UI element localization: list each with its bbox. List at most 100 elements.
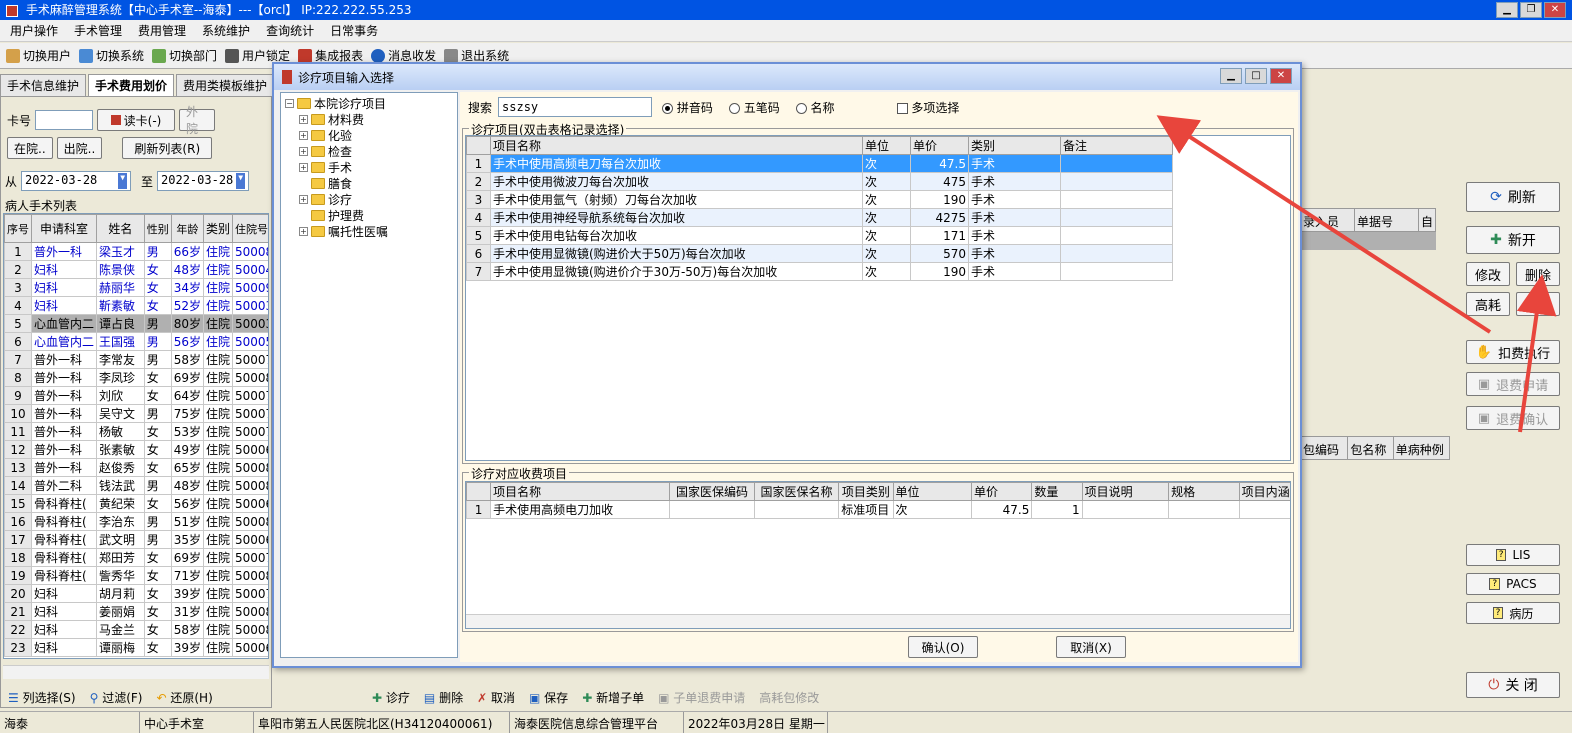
expand-icon[interactable]: +: [299, 146, 308, 156]
table-row[interactable]: 18骨科脊柱(郑田芳女69岁住院5000720: [4, 548, 268, 567]
charge-execute-button[interactable]: ✋ 扣费执行: [1466, 340, 1560, 364]
normal-consumable-button[interactable]: 普耗: [1516, 292, 1560, 316]
table-row[interactable]: 16骨科脊柱(李治东男51岁住院5000810: [4, 512, 268, 531]
tree-node[interactable]: + 化验: [285, 127, 453, 143]
expand-icon[interactable]: +: [299, 162, 308, 172]
tree-node[interactable]: + 诊疗: [285, 191, 453, 207]
table-row[interactable]: 17骨科脊柱(武文明男35岁住院5000643: [4, 530, 268, 549]
radio-wubi[interactable]: 五笔码: [728, 99, 780, 116]
toolbar-switch-dept[interactable]: 切换部门: [152, 47, 217, 64]
col-header[interactable]: 规格: [1168, 482, 1240, 501]
radio-pinyin[interactable]: 拼音码: [662, 99, 713, 116]
tree-node[interactable]: + 检查: [285, 143, 453, 159]
refresh-list-button[interactable]: 刷新列表(R): [122, 137, 213, 159]
table-row[interactable]: 12普外一科张素敏女49岁住院5000643: [4, 440, 268, 459]
radio-name[interactable]: 名称: [795, 99, 835, 116]
col-header[interactable]: 序号: [4, 214, 32, 243]
discharged-button[interactable]: 出院..: [56, 137, 103, 159]
col-header[interactable]: 项目类别: [838, 482, 894, 501]
new-open-button[interactable]: ✚ 新开: [1466, 226, 1560, 254]
tab-fee-template[interactable]: 费用类模板维护: [176, 74, 275, 96]
table-row[interactable]: 1普外一科梁玉才男66岁住院5000834: [4, 242, 268, 261]
tree-node[interactable]: 护理费: [285, 207, 453, 223]
cancel-item-button[interactable]: ✗ 取消: [477, 689, 515, 706]
table-row[interactable]: 21妇科姜丽娟女31岁住院5000868: [4, 602, 268, 621]
table-row[interactable]: 3 手术中使用氩气（射频）刀每台次加收次 190 手术: [466, 190, 1173, 209]
table-row[interactable]: 1 手术中使用高频电刀每台次加收次 47.5 手术: [466, 154, 1173, 173]
delete-item-button[interactable]: ▤ 删除: [424, 689, 463, 706]
col-header[interactable]: 数量: [1031, 482, 1083, 501]
tab-surgery-info[interactable]: 手术信息维护: [0, 74, 87, 96]
tree-node[interactable]: + 材料费: [285, 111, 453, 127]
menu-system[interactable]: 系统维护: [196, 22, 256, 39]
table-row[interactable]: 14普外二科钱法武男48岁住院5000888: [4, 476, 268, 495]
restore-button[interactable]: ↶ 还原(H): [156, 689, 212, 706]
close-button[interactable]: ✕: [1544, 2, 1566, 18]
pacs-button[interactable]: ? PACS: [1466, 573, 1560, 595]
table-row[interactable]: 7普外一科李常友男58岁住院5000704: [4, 350, 268, 369]
close-panel-button[interactable]: ⏻ 关 闭: [1466, 672, 1560, 698]
minimize-button[interactable]: ▁: [1496, 2, 1518, 18]
in-hospital-button[interactable]: 在院..: [7, 137, 53, 159]
read-card-button[interactable]: 读卡(-): [97, 109, 176, 131]
add-sub-order-button[interactable]: ✚ 新增子单: [582, 689, 644, 706]
outpatient-button[interactable]: 外院: [179, 105, 216, 136]
dialog-close-button[interactable]: ✕: [1270, 68, 1292, 84]
col-header[interactable]: 项目说明: [1081, 482, 1170, 501]
menu-query[interactable]: 查询统计: [260, 22, 320, 39]
menu-fee[interactable]: 费用管理: [132, 22, 192, 39]
table-row[interactable]: 7 手术中使用显微镜(购进价介于30万-50万)每台次加收次 190 手术: [466, 262, 1173, 281]
table-row[interactable]: 15骨科脊柱(黄纪荣女56岁住院5000618: [4, 494, 268, 513]
table-row[interactable]: 20妇科胡月莉女39岁住院5000797: [4, 584, 268, 603]
toolbar-switch-system[interactable]: 切换系统: [79, 47, 144, 64]
menu-daily[interactable]: 日常事务: [324, 22, 384, 39]
col-header[interactable]: 类别: [202, 214, 234, 243]
expand-icon[interactable]: +: [299, 226, 308, 236]
collapse-icon[interactable]: −: [285, 98, 294, 108]
tree-node[interactable]: + 嘱托性医嘱: [285, 223, 453, 239]
col-header[interactable]: 项目内涵: [1238, 482, 1290, 501]
table-row[interactable]: 22妇科马金兰女58岁住院5000859: [4, 620, 268, 639]
toolbar-switch-user[interactable]: 切换用户: [6, 47, 71, 64]
confirm-button[interactable]: 确认(O): [908, 636, 978, 658]
col-header[interactable]: 住院号挂号号: [232, 214, 268, 243]
medical-record-button[interactable]: ? 病历: [1466, 602, 1560, 624]
high-consumable-button[interactable]: 高耗: [1466, 292, 1510, 316]
col-header[interactable]: 年龄: [170, 214, 204, 243]
table-row[interactable]: 4妇科靳素敏女52岁住院5000380: [4, 296, 268, 315]
fee-hscroll[interactable]: [466, 614, 1290, 628]
col-header[interactable]: 单价: [970, 482, 1033, 501]
col-header[interactable]: 项目名称: [490, 136, 863, 155]
tree-node[interactable]: 膳食: [285, 175, 453, 191]
date-to-picker[interactable]: 2022-03-28 ▼: [157, 171, 250, 191]
expand-icon[interactable]: +: [299, 130, 308, 140]
column-select-button[interactable]: ☰ 列选择(S): [8, 689, 76, 706]
col-header[interactable]: 单价: [910, 136, 969, 155]
table-row[interactable]: 5 手术中使用电钻每台次加收次 171 手术: [466, 226, 1173, 245]
table-row[interactable]: 8普外一科李凤珍女69岁住院5000892: [4, 368, 268, 387]
table-row[interactable]: 6心血管内二王国强男56岁住院5000585: [4, 332, 268, 351]
menu-user[interactable]: 用户操作: [4, 22, 64, 39]
filter-button[interactable]: ⚲ 过滤(F): [90, 689, 143, 706]
table-row[interactable]: 3妇科赫丽华女34岁住院5000943: [4, 278, 268, 297]
multi-select-checkbox[interactable]: 多项选择: [896, 99, 959, 116]
col-header[interactable]: 性别: [143, 214, 172, 243]
date-from-picker[interactable]: 2022-03-28 ▼: [21, 171, 132, 191]
patient-hscroll[interactable]: [3, 665, 269, 679]
col-header[interactable]: 项目名称: [490, 482, 671, 501]
col-header[interactable]: 国家医保名称: [753, 482, 840, 501]
sub-order-refund-button[interactable]: ▣ 子单退费申请: [658, 689, 745, 706]
menu-surgery[interactable]: 手术管理: [68, 22, 128, 39]
table-row[interactable]: 23妇科谭丽梅女39岁住院5000660: [4, 638, 268, 657]
lis-button[interactable]: ? LIS: [1466, 544, 1560, 566]
refund-apply-button[interactable]: ▣ 退费申请: [1466, 372, 1560, 396]
search-input[interactable]: [498, 97, 653, 117]
refresh-button[interactable]: ⟳ 刷新: [1466, 182, 1560, 212]
table-row[interactable]: 4 手术中使用神经导航系统每台次加收次 4275 手术: [466, 208, 1173, 227]
table-row[interactable]: 2妇科陈景侠女48岁住院5000487: [4, 260, 268, 279]
col-header[interactable]: 备注: [1060, 136, 1173, 155]
col-header[interactable]: 姓名: [96, 214, 145, 243]
maximize-button[interactable]: ❐: [1520, 2, 1542, 18]
table-row[interactable]: 13普外一科赵俊秀女65岁住院5000810: [4, 458, 268, 477]
expand-icon[interactable]: +: [299, 194, 308, 204]
